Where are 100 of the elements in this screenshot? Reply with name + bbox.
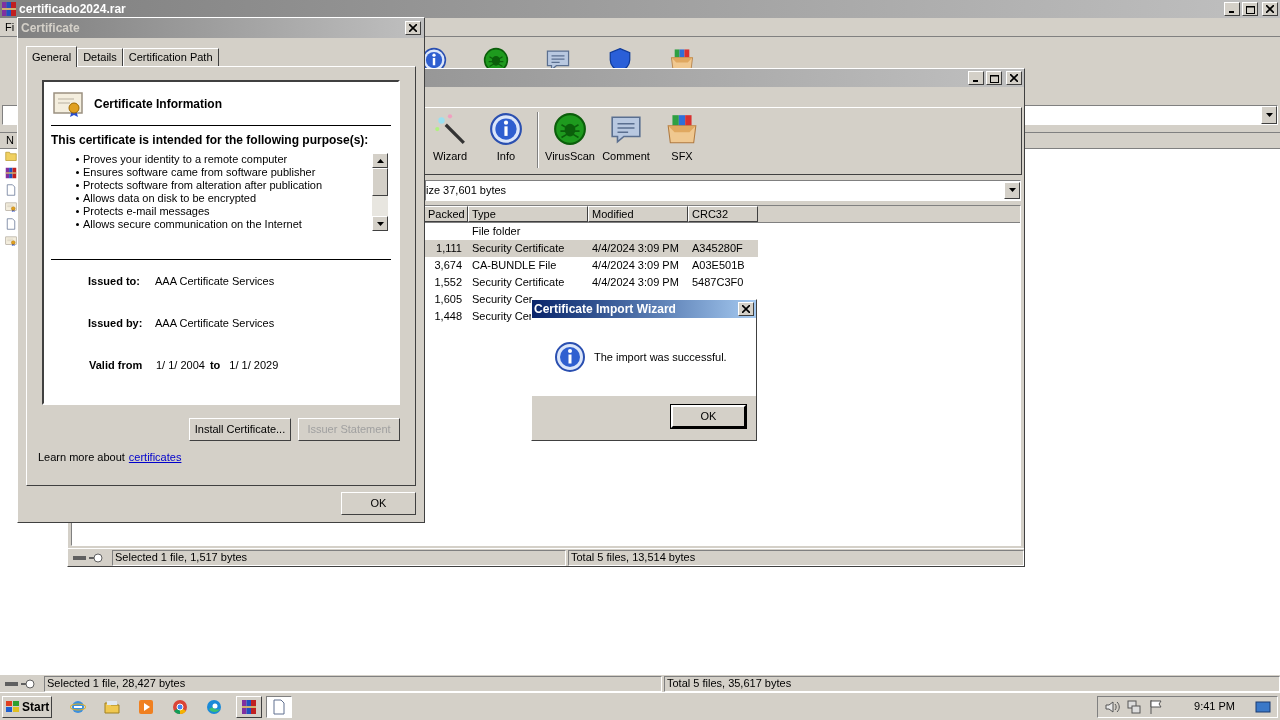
close-button[interactable] [1262, 2, 1278, 16]
table-cell: Security Cer [472, 293, 533, 306]
info-icon [554, 341, 586, 373]
ok-button[interactable]: OK [341, 492, 416, 515]
date-value: 1/ 1/ 2004 [156, 357, 205, 373]
menu-item[interactable]: Fi [5, 18, 15, 36]
tray-button[interactable] [1126, 698, 1143, 715]
file-row[interactable]: 3,674 CA-BUNDLE File 4/4/2024 3:09 PM A03E501B [424, 257, 758, 274]
ok-button[interactable]: OK [671, 405, 746, 428]
date-value: 1/ 1/ 2029 [229, 357, 279, 373]
bullet-icon [76, 223, 79, 226]
restore-button[interactable] [1242, 2, 1258, 16]
selection-status: Selected 1 file, 28,427 bytes [44, 675, 662, 692]
field-label: to [209, 357, 221, 373]
dropdown-button[interactable] [1261, 106, 1277, 124]
speaker-icon [1104, 698, 1121, 715]
file-row[interactable]: File folder [424, 223, 758, 240]
close-icon [1266, 5, 1274, 13]
total-status: Total 5 files, 13,514 bytes [568, 549, 1024, 566]
tab[interactable]: Certification Path [122, 48, 219, 66]
close-button[interactable] [738, 302, 754, 316]
document-icon [271, 698, 288, 715]
globe-e-icon [70, 698, 87, 715]
window-title: certificado2024.rar [19, 1, 126, 18]
flag-icon [1148, 698, 1165, 715]
quick-launch-button[interactable] [172, 698, 189, 715]
field-value: AAA Certificate Services [155, 315, 275, 331]
archive-icon [1, 1, 17, 17]
media-player-icon [138, 698, 155, 715]
quick-launch-button[interactable] [138, 698, 155, 715]
table-cell: 4/4/2024 3:09 PM [592, 276, 679, 289]
learn-more-text: Learn more about [38, 451, 125, 463]
path-field[interactable]: ize 37,601 bytes [425, 179, 1021, 201]
table-cell: A345280F [692, 242, 743, 255]
field-label: Valid from [89, 357, 144, 373]
folder-icon [104, 698, 121, 715]
dialog-button[interactable]: Install Certificate... [189, 418, 291, 441]
archive-icon [5, 167, 17, 179]
field-label: Issued to: [88, 273, 141, 289]
purpose-item: Protects software from alteration after publication [83, 178, 323, 194]
purpose-item: Proves your identity to a remote computer [83, 152, 288, 168]
tray-button[interactable] [1104, 698, 1121, 715]
tab[interactable]: General [26, 46, 78, 67]
selection-status: Selected 1 file, 1,517 bytes [112, 549, 566, 566]
certificate-icon [5, 235, 17, 247]
column-header[interactable]: CRC32 [688, 206, 758, 222]
purpose-item: Protects e-mail messages [83, 204, 210, 220]
table-cell: Security Cer [472, 310, 533, 323]
toolbar-button[interactable]: Comment [601, 112, 651, 170]
bug-icon [553, 112, 587, 146]
toolbar-button[interactable]: Wizard [425, 112, 475, 170]
purpose-item: Ensures software came from software publisher [83, 165, 316, 181]
scrollbar[interactable] [372, 153, 388, 231]
minimize-button[interactable] [1224, 2, 1240, 16]
tab[interactable]: Details [77, 48, 123, 66]
table-cell: CA-BUNDLE File [472, 259, 557, 272]
file-row[interactable]: 1,552 Security Certificate 4/4/2024 3:09 PM 5487C3F0 [424, 274, 758, 291]
certificate-icon [5, 201, 17, 213]
table-cell: 5487C3F0 [692, 276, 744, 289]
table-cell: File folder [472, 225, 521, 238]
bullet-icon [76, 197, 79, 200]
certificate-heading: Certificate Information [94, 95, 222, 113]
field-label: Issued by: [88, 315, 144, 331]
show-desktop-icon[interactable] [1255, 699, 1271, 714]
maximize-button[interactable] [986, 71, 1002, 85]
purpose-item: Allows secure communication on the Internet [83, 217, 302, 233]
start-button[interactable]: Start [2, 695, 53, 718]
close-icon [742, 305, 750, 313]
toolbar-button[interactable]: SFX [657, 112, 707, 170]
close-button[interactable] [1006, 71, 1022, 85]
table-cell-text: 1,111 [436, 241, 462, 257]
toolbar-button[interactable]: VirusScan [545, 112, 595, 170]
file-row[interactable]: 1,111 Security Certificate 4/4/2024 3:09 PM A345280F [424, 240, 758, 257]
close-button[interactable] [405, 21, 421, 35]
table-cell-text: 3,674 [434, 258, 462, 274]
dropdown-button[interactable] [1004, 181, 1020, 199]
purpose-heading: This certificate is intended for the following purpose(s): [51, 132, 370, 149]
tray-button[interactable] [1148, 698, 1165, 715]
minimize-button[interactable] [968, 71, 984, 85]
table-cell: 4/4/2024 3:09 PM [592, 259, 679, 272]
toolbar-button[interactable]: Info [481, 112, 531, 170]
column-header[interactable]: Type [468, 206, 588, 222]
certificates-link[interactable]: certificates [128, 451, 182, 463]
quick-launch-button[interactable] [206, 698, 223, 715]
table-cell: Security Certificate [472, 276, 565, 289]
table-cell: A03E501B [692, 259, 745, 272]
caret-icon [1008, 188, 1016, 192]
window-title: Certificate [21, 20, 81, 37]
browser-icon [206, 698, 223, 715]
close-icon [409, 24, 417, 32]
bullet-icon [76, 171, 79, 174]
column-header[interactable]: Modified [588, 206, 688, 222]
document-icon [5, 218, 17, 230]
table-cell: Security Certificate [472, 242, 565, 255]
network-icon [1126, 698, 1143, 715]
caret-icon [1265, 113, 1273, 117]
quick-launch-button[interactable] [70, 698, 87, 715]
table-cell-text: 1,448 [434, 309, 462, 325]
message-text: The import was successful. [594, 349, 727, 365]
browser-icon [172, 698, 189, 715]
